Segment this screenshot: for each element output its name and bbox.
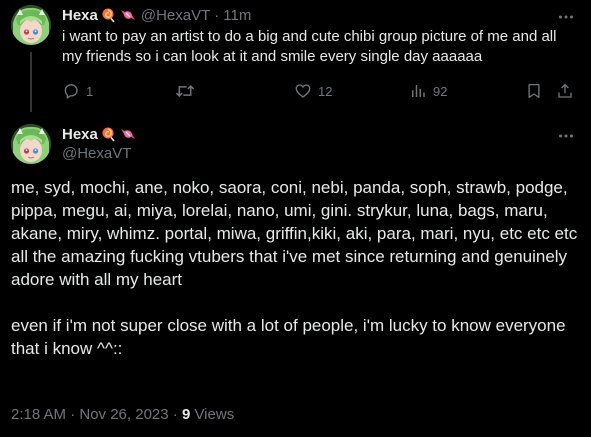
views-button[interactable]: 92: [409, 80, 447, 102]
more-icon: [559, 15, 573, 19]
lollipop-icon: [101, 126, 117, 142]
repost-icon: [175, 85, 195, 97]
post-time[interactable]: 11m: [223, 7, 251, 24]
share-icon: [558, 83, 572, 98]
tweet-text: me, syd, mochi, ane, noko, saora, coni, …: [11, 178, 578, 358]
tweet-meta: 2:18 AM · Nov 26, 2023 · 9 Views: [11, 406, 234, 423]
more-icon: [559, 134, 573, 138]
bookmark-icon: [528, 83, 540, 99]
avatar[interactable]: [11, 5, 51, 45]
reply-icon: [64, 84, 78, 99]
bookmark-button[interactable]: [525, 80, 543, 102]
post-timestamp[interactable]: 2:18 AM · Nov 26, 2023 ·: [11, 406, 178, 423]
handle[interactable]: @HexaVT: [62, 144, 136, 164]
like-button[interactable]: 12: [294, 80, 332, 102]
avatar-image: [11, 5, 51, 45]
lollipop-icon: [101, 7, 117, 23]
views-count: 9: [181, 406, 191, 423]
share-button[interactable]: [556, 80, 574, 102]
more-button[interactable]: [557, 8, 575, 26]
reply-count: 1: [86, 83, 94, 99]
display-name[interactable]: Hexa: [62, 7, 98, 24]
avatar[interactable]: [11, 124, 51, 164]
like-count: 12: [318, 83, 333, 99]
action-bar: 1 12 92: [62, 80, 578, 102]
views-label: Views: [194, 406, 235, 423]
view-count: 92: [433, 83, 448, 99]
display-name[interactable]: Hexa: [62, 126, 98, 143]
repost-button[interactable]: [175, 80, 201, 102]
wrapped-candy-icon: [120, 7, 136, 23]
avatar-image: [11, 124, 51, 164]
tweet-text: i want to pay an artist to do a big and …: [62, 28, 557, 65]
reply-button[interactable]: 1: [62, 80, 93, 102]
handle[interactable]: @HexaVT: [141, 7, 210, 24]
reply-tweet-header: Hexa @HexaVT · 11m: [62, 5, 251, 25]
separator-dot: ·: [214, 6, 220, 24]
wrapped-candy-icon: [120, 126, 136, 142]
reply-tweet[interactable]: Hexa @HexaVT · 11m i want to pay an arti…: [0, 0, 591, 112]
main-tweet-header: Hexa @HexaVT: [62, 124, 136, 164]
views-chart-icon: [412, 85, 425, 97]
more-button[interactable]: [557, 127, 575, 145]
thread-line: [30, 52, 32, 112]
heart-icon: [295, 84, 311, 98]
